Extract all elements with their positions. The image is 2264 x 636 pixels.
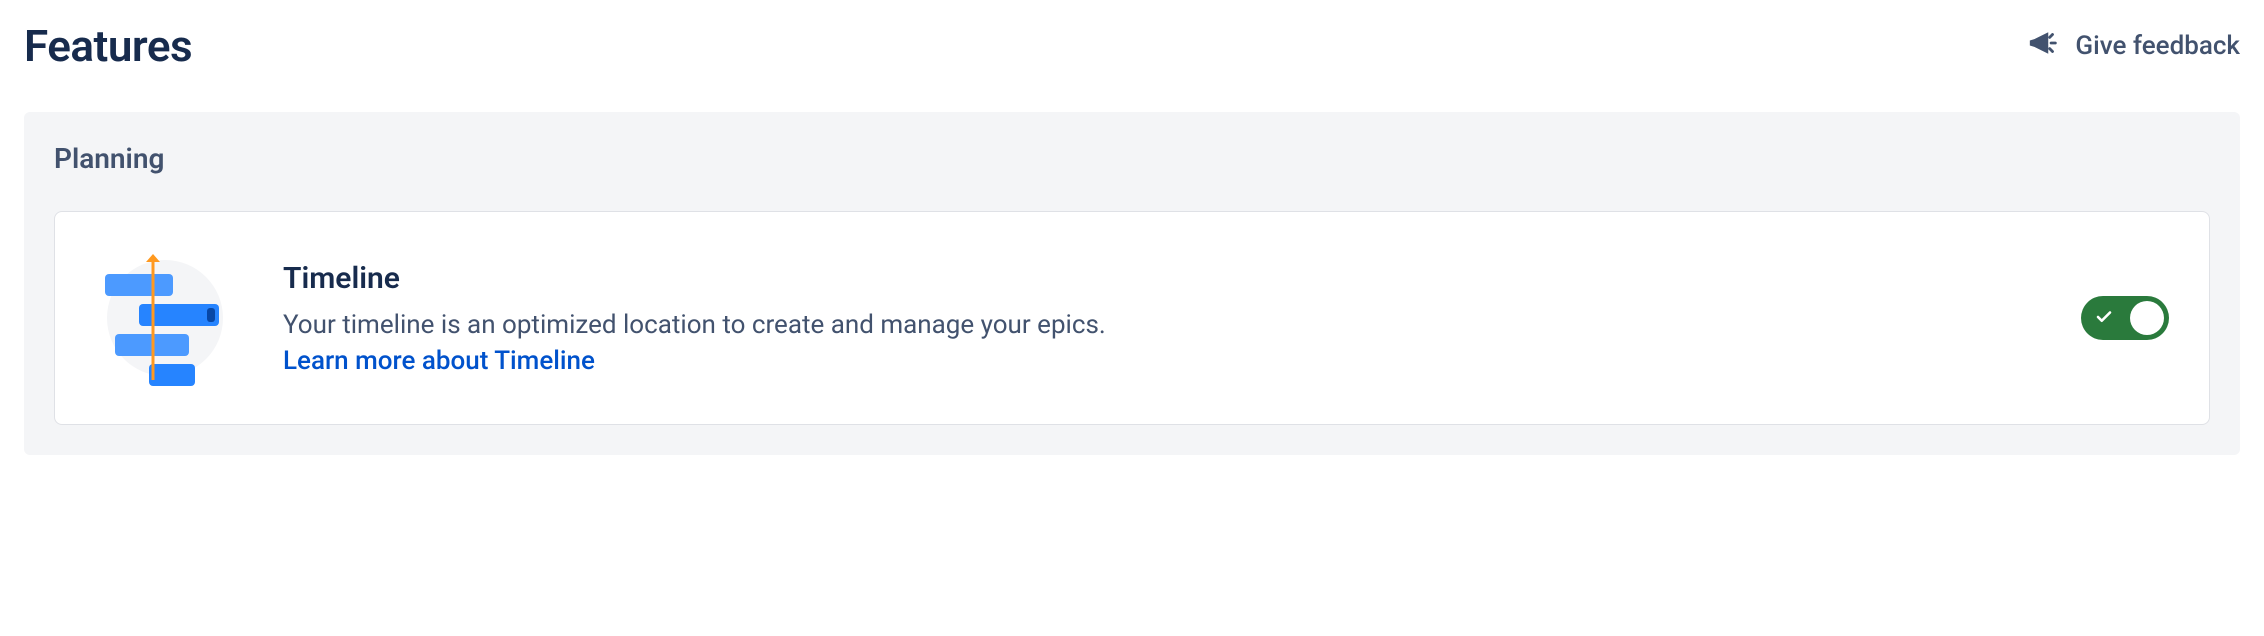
give-feedback-label: Give feedback	[2075, 31, 2240, 61]
feature-description: Your timeline is an optimized location t…	[283, 310, 2033, 340]
learn-more-link[interactable]: Learn more about Timeline	[283, 346, 595, 376]
planning-section: Planning Timeline Your timeline is an op…	[24, 112, 2240, 455]
give-feedback-button[interactable]: Give feedback	[2027, 26, 2240, 67]
timeline-toggle[interactable]	[2081, 296, 2169, 340]
timeline-icon	[95, 248, 235, 388]
section-title: Planning	[54, 142, 2210, 175]
megaphone-icon	[2027, 26, 2061, 67]
check-icon	[2095, 308, 2113, 329]
page-title: Features	[24, 20, 192, 72]
toggle-knob	[2130, 301, 2164, 335]
feature-body: Timeline Your timeline is an optimized l…	[283, 261, 2033, 376]
feature-title: Timeline	[283, 261, 2033, 296]
page-header: Features Give feedback	[24, 20, 2240, 72]
feature-card-timeline: Timeline Your timeline is an optimized l…	[54, 211, 2210, 425]
